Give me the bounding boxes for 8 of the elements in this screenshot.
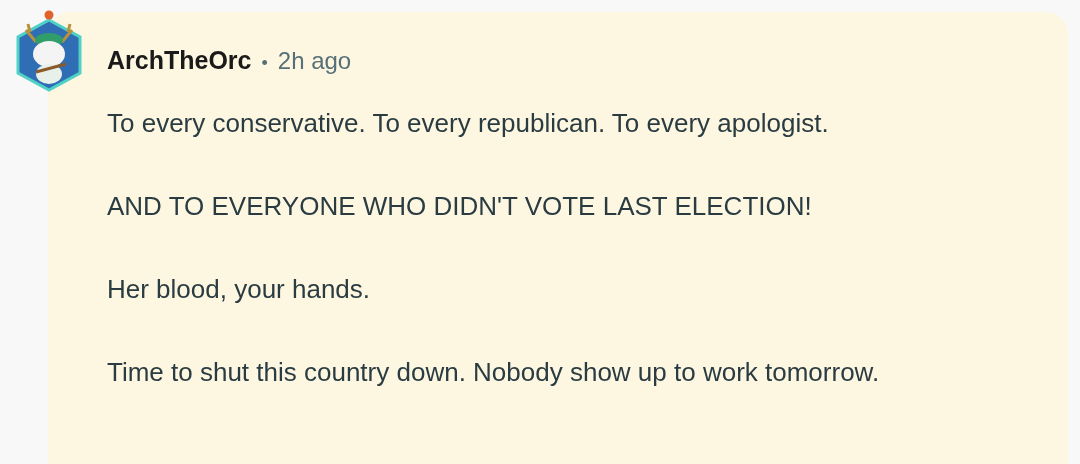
comment-paragraph: To every conservative. To every republican. To every apologist. <box>107 107 830 140</box>
comment-paragraph: AND TO EVERYONE WHO DIDN'T VOTE LAST ELECTION! <box>107 190 813 223</box>
author-name[interactable]: ArchTheOrc <box>107 46 252 75</box>
timestamp: 2h ago <box>277 47 352 75</box>
comment-paragraph: Her blood, your hands. <box>107 273 372 306</box>
comment-paragraph: Time to shut this country down. Nobody show up to work tomorrow. <box>107 356 881 389</box>
separator-dot: • <box>261 53 268 74</box>
avatar-icon[interactable] <box>14 10 84 92</box>
